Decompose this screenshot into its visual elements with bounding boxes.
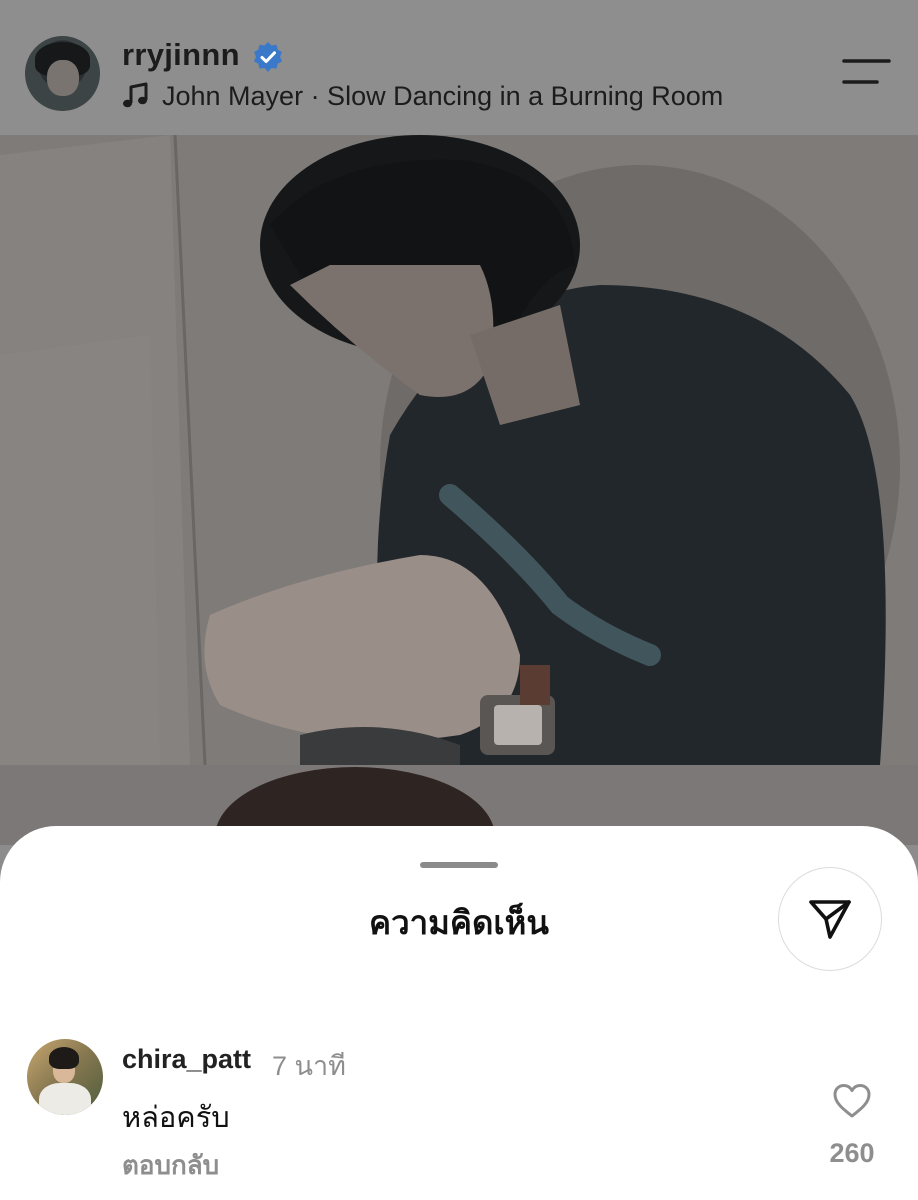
avatar-shirt-shape (39, 1083, 91, 1115)
comment-username[interactable]: chira_patt (122, 1044, 251, 1075)
comment-timestamp: 7 นาที (272, 1051, 346, 1081)
avatar-hair-shape (49, 1047, 79, 1069)
post-photo-illustration (0, 135, 918, 765)
reply-button[interactable]: ตอบกลับ (122, 1145, 219, 1186)
comments-sheet: ความคิดเห็น chira_patt 7 นาที หล่อครับ ต… (0, 826, 918, 1200)
sheet-grabber[interactable] (420, 862, 498, 868)
song-title[interactable]: John Mayer · Slow Dancing in a Burning R… (162, 81, 723, 112)
send-icon (809, 900, 851, 939)
share-button[interactable] (778, 867, 882, 971)
comment-text: หล่อครับ (122, 1102, 230, 1134)
like-count: 260 (829, 1138, 875, 1168)
music-note-icon (123, 82, 148, 108)
heart-icon[interactable] (832, 1083, 872, 1119)
commenter-avatar[interactable] (27, 1039, 103, 1115)
post-photo[interactable] (0, 135, 918, 765)
avatar-face-shape (47, 60, 79, 96)
post-username[interactable]: rryjinnn (122, 37, 240, 73)
menu-icon[interactable] (842, 58, 892, 88)
verified-badge-icon (254, 42, 282, 72)
profile-avatar[interactable] (25, 36, 100, 111)
post-header: rryjinnn John Mayer · Slow Dancing in a … (0, 0, 918, 135)
